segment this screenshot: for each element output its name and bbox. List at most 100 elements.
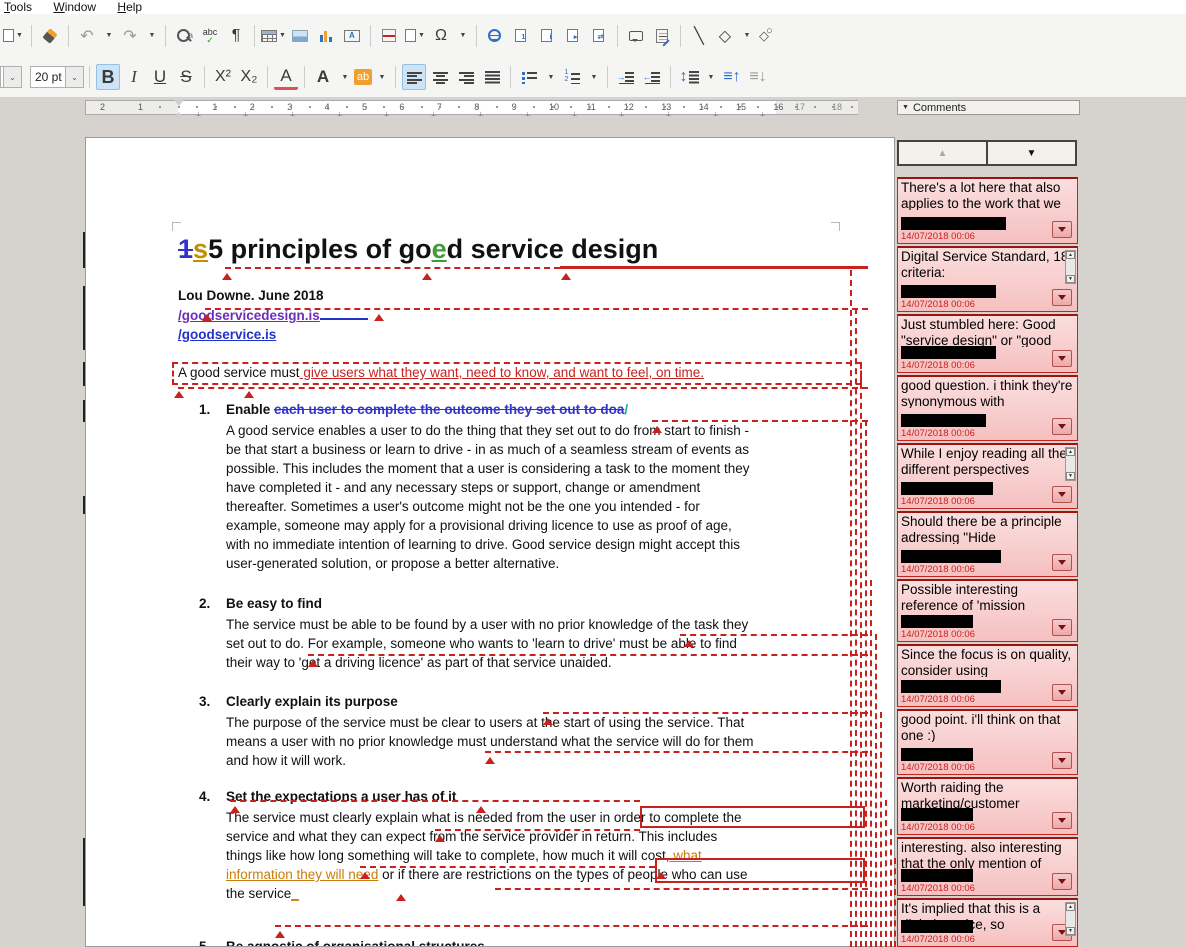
numbered-list-dropdown-icon[interactable]: ▼ bbox=[587, 64, 601, 90]
horizontal-ruler[interactable]: 21123456789101112131415161718⊥⊥⊥⊥⊥⊥⊥⊥⊥⊥⊥… bbox=[85, 100, 858, 115]
comment-anchor-icon bbox=[275, 926, 285, 938]
font-size-combo[interactable]: 20 pt⌄ bbox=[30, 66, 84, 88]
page-break-icon[interactable] bbox=[377, 23, 401, 49]
insert-comment-icon[interactable] bbox=[624, 23, 648, 49]
menu-help[interactable]: Help bbox=[117, 1, 142, 14]
highlight-color-icon[interactable]: ab bbox=[354, 69, 372, 85]
comment-menu-button[interactable] bbox=[1052, 350, 1072, 367]
insert-chart-icon[interactable] bbox=[314, 23, 338, 49]
gallery-icon[interactable]: ▼ bbox=[1, 23, 25, 49]
scroll-down-icon[interactable]: ▼ bbox=[1066, 275, 1075, 283]
insert-image-icon[interactable] bbox=[288, 23, 312, 49]
show-draw-functions-icon[interactable]: ◇○ bbox=[756, 23, 780, 49]
strikethrough-button[interactable]: S bbox=[174, 64, 198, 90]
italic-button[interactable]: I bbox=[122, 64, 146, 90]
justify-button[interactable] bbox=[480, 64, 504, 90]
line-spacing-dropdown-icon[interactable]: ▼ bbox=[704, 64, 718, 90]
redo-icon[interactable]: ↷ bbox=[118, 23, 142, 49]
endnote-icon[interactable]: i bbox=[535, 23, 559, 49]
comment-menu-button[interactable] bbox=[1052, 486, 1072, 503]
insert-table-icon[interactable]: ▼ bbox=[261, 23, 286, 49]
track-changes-icon[interactable] bbox=[650, 23, 674, 49]
insert-field-icon[interactable]: ▼ bbox=[403, 23, 427, 49]
subscript-button[interactable]: X₂ bbox=[237, 64, 261, 90]
comment-card[interactable]: good question. i think they're synonymou… bbox=[897, 375, 1078, 441]
comment-card[interactable]: Since the focus is on quality, consider … bbox=[897, 644, 1078, 707]
scroll-up-icon[interactable]: ▲ bbox=[1066, 251, 1075, 259]
ruler-mark: ⊥ bbox=[666, 111, 671, 118]
scroll-up-icon[interactable]: ▲ bbox=[1066, 448, 1075, 456]
basic-shapes-icon[interactable]: ◇ bbox=[713, 23, 737, 49]
footnote-icon[interactable]: 1 bbox=[509, 23, 533, 49]
comment-card[interactable]: Digital Service Standard, 18 criteria: 1… bbox=[897, 246, 1078, 312]
align-left-button[interactable] bbox=[402, 64, 426, 90]
highlight-dropdown-icon[interactable]: ▼ bbox=[375, 64, 389, 90]
next-comment-button[interactable]: ▼ bbox=[988, 142, 1075, 164]
comment-menu-button[interactable] bbox=[1052, 418, 1072, 435]
hyperlink-icon[interactable] bbox=[483, 23, 507, 49]
formatting-marks-icon[interactable]: ¶ bbox=[224, 23, 248, 49]
comment-scrollbar[interactable]: ▲ ▼ bbox=[1065, 902, 1076, 936]
line-spacing-icon[interactable]: ↕ bbox=[677, 64, 701, 90]
underline-button[interactable]: U bbox=[148, 64, 172, 90]
clear-formatting-icon[interactable]: A bbox=[274, 64, 298, 90]
align-center-button[interactable] bbox=[428, 64, 452, 90]
ruler-mark bbox=[215, 106, 217, 108]
undo-dropdown-icon[interactable]: ▼ bbox=[102, 23, 116, 49]
ruler-mark: 1 bbox=[138, 102, 143, 112]
paragraph-space-increase-icon[interactable]: ≡↑ bbox=[720, 64, 744, 90]
bullet-list-dropdown-icon[interactable]: ▼ bbox=[544, 64, 558, 90]
insert-textbox-icon[interactable]: A bbox=[340, 23, 364, 49]
comment-scrollbar[interactable]: ▲ ▼ bbox=[1065, 447, 1076, 481]
special-character-dropdown-icon[interactable]: ▼ bbox=[456, 23, 470, 49]
clone-formatting-icon[interactable] bbox=[38, 23, 62, 49]
comment-card[interactable]: While I enjoy reading all the different … bbox=[897, 443, 1078, 509]
font-color-dropdown-icon[interactable]: ▼ bbox=[338, 64, 352, 90]
bookmark-icon[interactable]: ▸ bbox=[561, 23, 585, 49]
comment-card[interactable]: Possible interesting reference of 'missi… bbox=[897, 579, 1078, 642]
align-right-button[interactable] bbox=[454, 64, 478, 90]
font-color-icon[interactable]: A bbox=[311, 64, 335, 90]
comment-card[interactable]: Worth raiding the marketing/customer 14/… bbox=[897, 777, 1078, 835]
menu-window[interactable]: Window bbox=[53, 1, 96, 14]
find-replace-icon[interactable]: a bbox=[172, 23, 196, 49]
bold-button[interactable]: B bbox=[96, 64, 120, 90]
comment-menu-button[interactable] bbox=[1052, 812, 1072, 829]
chevron-down-icon bbox=[1058, 356, 1066, 365]
decrease-indent-icon[interactable]: ← bbox=[640, 64, 664, 90]
comment-card[interactable]: Just stumbled here: Good "service design… bbox=[897, 314, 1078, 373]
comment-card[interactable]: It's implied that this is a digital serv… bbox=[897, 898, 1078, 947]
previous-comment-button[interactable]: ▲ bbox=[899, 142, 988, 164]
increase-indent-icon[interactable]: → bbox=[614, 64, 638, 90]
special-character-icon[interactable]: Ω bbox=[429, 23, 453, 49]
comments-column-header[interactable]: ▼ Comments bbox=[897, 100, 1080, 115]
redo-dropdown-icon[interactable]: ▼ bbox=[145, 23, 159, 49]
bullet-list-icon[interactable] bbox=[517, 64, 541, 90]
menu-tools[interactable]: Tools bbox=[4, 1, 32, 14]
scroll-down-icon[interactable]: ▼ bbox=[1066, 472, 1075, 480]
comment-menu-button[interactable] bbox=[1052, 221, 1072, 238]
comment-card[interactable]: good point. i'll think on that one :) 14… bbox=[897, 709, 1078, 775]
comment-menu-button[interactable] bbox=[1052, 873, 1072, 890]
comment-card[interactable]: Should there be a principle adressing "H… bbox=[897, 511, 1078, 577]
comment-card[interactable]: interesting. also interesting that the o… bbox=[897, 837, 1078, 896]
spellcheck-icon[interactable]: abc✓ bbox=[198, 23, 222, 49]
link-goodservice[interactable]: /goodservice.is bbox=[178, 327, 276, 342]
superscript-button[interactable]: X² bbox=[211, 64, 235, 90]
ruler-mark bbox=[570, 106, 572, 108]
numbered-list-icon[interactable] bbox=[560, 64, 584, 90]
undo-icon[interactable]: ↶ bbox=[75, 23, 99, 49]
comment-menu-button[interactable] bbox=[1052, 554, 1072, 571]
shapes-dropdown-icon[interactable]: ▼ bbox=[740, 23, 754, 49]
comment-menu-button[interactable] bbox=[1052, 752, 1072, 769]
comment-scrollbar[interactable]: ▲ ▼ bbox=[1065, 250, 1076, 284]
cross-reference-icon[interactable]: ⇄ bbox=[587, 23, 611, 49]
insert-line-icon[interactable]: ╲ bbox=[687, 23, 711, 49]
font-name-combo[interactable]: ⌄ bbox=[0, 66, 22, 88]
comment-card[interactable]: There's a lot here that also applies to … bbox=[897, 177, 1078, 244]
scroll-up-icon[interactable]: ▲ bbox=[1066, 903, 1075, 911]
comment-menu-button[interactable] bbox=[1052, 684, 1072, 701]
scroll-down-icon[interactable]: ▼ bbox=[1066, 927, 1075, 935]
comment-menu-button[interactable] bbox=[1052, 289, 1072, 306]
comment-menu-button[interactable] bbox=[1052, 619, 1072, 636]
